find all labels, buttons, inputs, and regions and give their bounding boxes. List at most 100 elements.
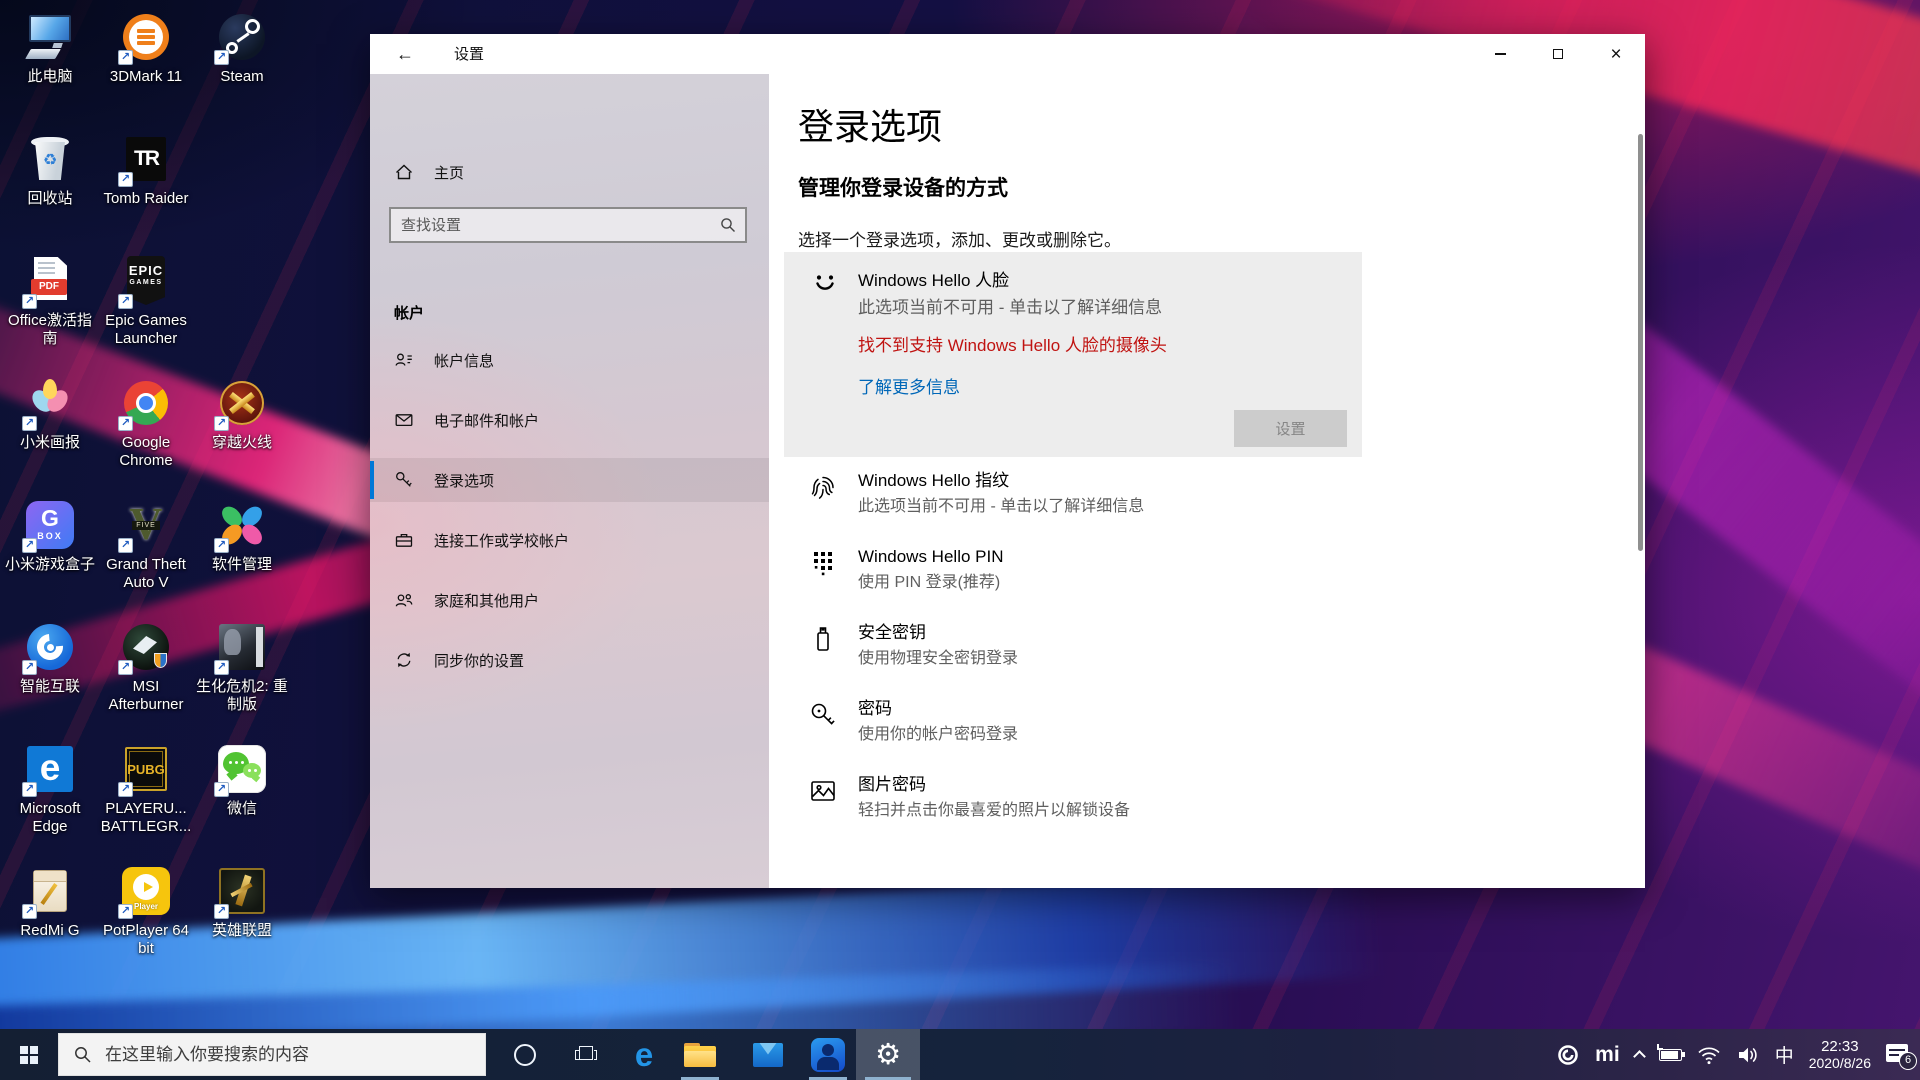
sidebar-item-account-info[interactable]: 帐户信息 bbox=[370, 338, 769, 382]
desktop-icon-steam[interactable]: ↗ Steam bbox=[194, 6, 290, 128]
mi-game-box-icon: GBOX↗ bbox=[23, 498, 77, 552]
windows-logo-icon bbox=[20, 1046, 38, 1064]
shortcut-arrow-icon: ↗ bbox=[214, 904, 229, 919]
volume-icon[interactable] bbox=[1736, 1044, 1760, 1066]
settings-search-input[interactable] bbox=[391, 209, 719, 241]
desktop-icon-mi-game-box[interactable]: GBOX↗ 小米游戏盒子 bbox=[2, 494, 98, 616]
taskbar-search-input[interactable] bbox=[105, 1034, 485, 1075]
learn-more-link[interactable]: 了解更多信息 bbox=[858, 373, 960, 398]
desktop-icon-wechat[interactable]: ↗ 微信 bbox=[194, 738, 290, 860]
option-subtitle: 轻扫并点击你最喜爱的照片以解锁设备 bbox=[858, 800, 1130, 822]
page-title: 登录选项 bbox=[798, 98, 942, 150]
setup-button[interactable]: 设置 bbox=[1234, 410, 1347, 447]
sidebar-item-sync-settings[interactable]: 同步你的设置 bbox=[370, 638, 769, 682]
wifi-icon[interactable] bbox=[1697, 1044, 1721, 1066]
desktop-icon-software-manager[interactable]: ↗ 软件管理 bbox=[194, 494, 290, 616]
minimize-button[interactable] bbox=[1471, 34, 1529, 74]
account-lock-icon bbox=[811, 1038, 845, 1072]
task-view-button[interactable] bbox=[558, 1029, 614, 1080]
desktop-icon-potplayer[interactable]: Player↗ PotPlayer 64 bit bbox=[98, 860, 194, 982]
icon-label: MSI Afterburner bbox=[99, 678, 193, 714]
desktop-icon-office-pdf[interactable]: PDF↗ Office激活指南 bbox=[2, 250, 98, 372]
taskbar-edge-button[interactable]: e bbox=[616, 1029, 672, 1080]
desktop-icon-pubg[interactable]: PUBG↗ PLAYERU... BATTLEGR... bbox=[98, 738, 194, 860]
clock[interactable]: 22:33 2020/8/26 bbox=[1809, 1038, 1871, 1072]
fingerprint-icon bbox=[808, 472, 838, 502]
league-of-legends-icon: ↗ bbox=[215, 864, 269, 918]
mi-tray-icon[interactable]: mi bbox=[1595, 1043, 1620, 1067]
browser-360-tray-icon[interactable] bbox=[1556, 1043, 1580, 1067]
desktop-icon-tomb-raider[interactable]: TR↗ Tomb Raider bbox=[98, 128, 194, 250]
sidebar-item-label: 同步你的设置 bbox=[434, 650, 524, 671]
back-button[interactable]: ← bbox=[382, 34, 428, 74]
sidebar-item-email-accounts[interactable]: 电子邮件和帐户 bbox=[370, 398, 769, 442]
sidebar-item-work-school[interactable]: 连接工作或学校帐户 bbox=[370, 518, 769, 562]
pin-icon bbox=[808, 548, 838, 578]
desktop-icon-recycle-bin[interactable]: ♻ 回收站 bbox=[2, 128, 98, 250]
desktop-icon-crossfire[interactable]: ↗ 穿越火线 bbox=[194, 372, 290, 494]
close-button[interactable]: × bbox=[1587, 34, 1645, 74]
sidebar-item-label: 连接工作或学校帐户 bbox=[434, 530, 569, 551]
sidebar-item-label: 帐户信息 bbox=[434, 350, 494, 371]
taskbar-account-lock-app-button[interactable] bbox=[800, 1029, 856, 1080]
shortcut-arrow-icon: ↗ bbox=[118, 294, 133, 309]
shortcut-arrow-icon: ↗ bbox=[22, 416, 37, 431]
system-tray: mi 中 22:33 2020/8/26 6 bbox=[1556, 1029, 1920, 1080]
desktop-icon-this-pc[interactable]: 此电脑 bbox=[2, 6, 98, 128]
desktop-icon-grid: 此电脑 ↗ 3DMark 11 ↗ Steam ♻ 回收站 TR↗ Tomb R… bbox=[2, 6, 290, 982]
option-password[interactable]: 密码 使用你的帐户密码登录 bbox=[808, 698, 1588, 760]
start-button[interactable] bbox=[0, 1029, 58, 1080]
option-picture-password[interactable]: 图片密码 轻扫并点击你最喜爱的照片以解锁设备 bbox=[808, 774, 1588, 836]
desktop-icon-msi-afterburner[interactable]: ↗ MSI Afterburner bbox=[98, 616, 194, 738]
shortcut-arrow-icon: ↗ bbox=[118, 782, 133, 797]
cortana-button[interactable] bbox=[496, 1029, 554, 1080]
search-icon bbox=[73, 1045, 93, 1065]
option-security-key[interactable]: 安全密钥 使用物理安全密钥登录 bbox=[808, 622, 1588, 684]
battery-icon[interactable] bbox=[1659, 1049, 1682, 1061]
settings-sidebar: 主页 帐户 帐户信息 电子邮件和帐户 登录选项 bbox=[370, 74, 769, 888]
desktop-icon-epic-games[interactable]: EPICGAMES↗ Epic Games Launcher bbox=[98, 250, 194, 372]
maximize-button[interactable] bbox=[1529, 34, 1587, 74]
tray-time: 22:33 bbox=[1809, 1038, 1871, 1055]
option-windows-hello-pin[interactable]: Windows Hello PIN 使用 PIN 登录(推荐) bbox=[808, 546, 1588, 608]
icon-label: 生化危机2: 重制版 bbox=[195, 678, 289, 714]
desktop-icon-resident-evil-2[interactable]: ↗ 生化危机2: 重制版 bbox=[194, 616, 290, 738]
taskbar-file-explorer-button[interactable] bbox=[672, 1029, 728, 1080]
action-center-button[interactable]: 6 bbox=[1886, 1044, 1912, 1066]
option-title: Windows Hello 指纹 bbox=[858, 470, 1144, 492]
tray-date: 2020/8/26 bbox=[1809, 1055, 1871, 1072]
desktop-icon-microsoft-edge[interactable]: e↗ Microsoft Edge bbox=[2, 738, 98, 860]
desktop-icon-gta-v[interactable]: VFIVE↗ Grand Theft Auto V bbox=[98, 494, 194, 616]
settings-window: ← 设置 × 主页 帐户 帐户信息 bbox=[370, 34, 1645, 888]
sidebar-item-label: 电子邮件和帐户 bbox=[434, 410, 539, 431]
icon-label: 3DMark 11 bbox=[99, 68, 193, 86]
desktop-icon-google-chrome[interactable]: ↗ Google Chrome bbox=[98, 372, 194, 494]
icon-label: 软件管理 bbox=[195, 556, 289, 574]
taskbar-settings-button[interactable]: ⚙ bbox=[856, 1029, 920, 1080]
software-manager-icon: ↗ bbox=[215, 498, 269, 552]
ime-indicator[interactable]: 中 bbox=[1775, 1041, 1794, 1068]
desktop-icon-redmi-g[interactable]: ↗ RedMi G bbox=[2, 860, 98, 982]
password-key-icon bbox=[808, 700, 838, 730]
desktop-icon-league-of-legends[interactable]: ↗ 英雄联盟 bbox=[194, 860, 290, 982]
icon-label: 此电脑 bbox=[3, 68, 97, 86]
desktop-icon-smart-link[interactable]: ↗ 智能互联 bbox=[2, 616, 98, 738]
window-scrollbar[interactable] bbox=[1638, 134, 1643, 551]
shortcut-arrow-icon: ↗ bbox=[118, 416, 133, 431]
sidebar-item-home[interactable]: 主页 bbox=[370, 150, 769, 194]
sidebar-item-family-users[interactable]: 家庭和其他用户 bbox=[370, 578, 769, 622]
option-windows-hello-face[interactable]: Windows Hello 人脸 此选项当前不可用 - 单击以了解详细信息 找不… bbox=[784, 252, 1362, 457]
steam-icon: ↗ bbox=[215, 10, 269, 64]
shortcut-arrow-icon: ↗ bbox=[214, 660, 229, 675]
search-icon[interactable] bbox=[719, 216, 737, 234]
option-windows-hello-fingerprint[interactable]: Windows Hello 指纹 此选项当前不可用 - 单击以了解详细信息 bbox=[808, 470, 1588, 532]
desktop-icon-mi-gallery[interactable]: ↗ 小米画报 bbox=[2, 372, 98, 494]
shortcut-arrow-icon: ↗ bbox=[22, 294, 37, 309]
tray-chevron-up-icon[interactable] bbox=[1635, 1048, 1644, 1061]
settings-content: 登录选项 管理你登录设备的方式 选择一个登录选项，添加、更改或删除它。 Wind… bbox=[769, 74, 1645, 888]
icon-label: 智能互联 bbox=[3, 678, 97, 696]
sidebar-item-signin-options[interactable]: 登录选项 bbox=[370, 458, 769, 502]
this-pc-icon bbox=[23, 10, 77, 64]
taskbar-mail-button[interactable] bbox=[740, 1029, 796, 1080]
desktop-icon-3dmark11[interactable]: ↗ 3DMark 11 bbox=[98, 6, 194, 128]
